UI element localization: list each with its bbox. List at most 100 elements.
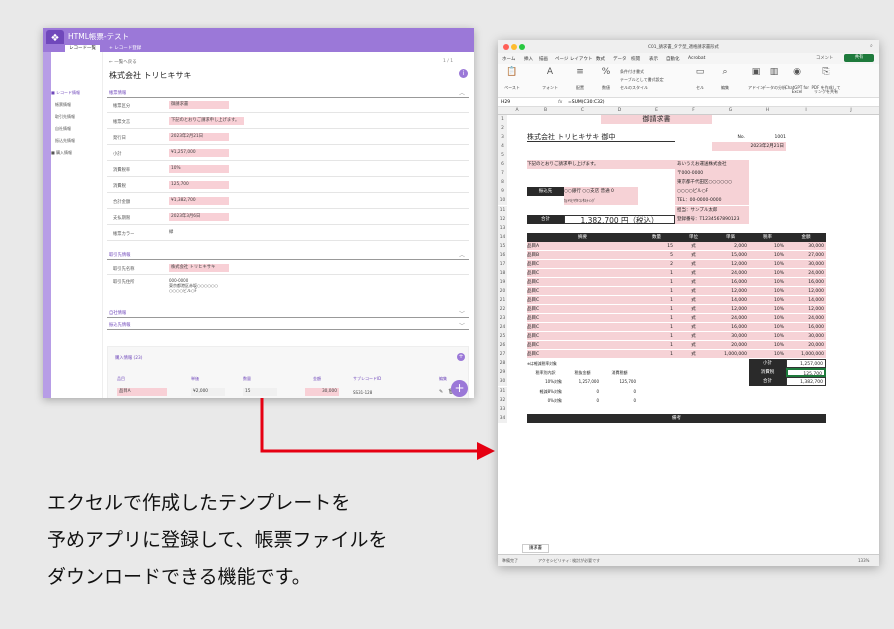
column-header[interactable]: I [786, 108, 826, 113]
line-price: 12,000 [712, 259, 749, 269]
info-icon[interactable]: i [459, 69, 468, 78]
row-header[interactable]: 15 [498, 241, 507, 251]
formula-input[interactable]: =SUM(C30:C32) [568, 100, 605, 105]
search-icon[interactable]: ⌕ [870, 43, 873, 49]
row-header[interactable]: 25 [498, 332, 507, 342]
row-header[interactable]: 34 [498, 413, 507, 423]
analyze-icon[interactable]: ▥ [762, 67, 786, 77]
row-header[interactable]: 26 [498, 341, 507, 351]
row-header[interactable]: 11 [498, 205, 507, 215]
row-header[interactable]: 4 [498, 142, 507, 152]
row-header[interactable]: 30 [498, 377, 507, 387]
row-header[interactable]: 20 [498, 286, 507, 296]
menu-item-6[interactable]: 校閲 [631, 56, 640, 62]
add-row-icon[interactable]: + [457, 353, 465, 361]
column-header[interactable]: J [826, 108, 876, 113]
font-icon[interactable]: A [538, 67, 562, 77]
row-header[interactable]: 16 [498, 250, 507, 260]
close-icon[interactable] [503, 44, 509, 50]
cell-reference[interactable]: H29 [501, 100, 510, 105]
column-header[interactable]: A [507, 108, 527, 113]
zoom-level[interactable]: 133% [858, 558, 869, 563]
row-header[interactable]: 18 [498, 268, 507, 278]
column-header[interactable]: G [712, 108, 749, 113]
sidebar-item-client[interactable]: 取引先情報 [55, 114, 75, 120]
ribbon-button-6[interactable]: セルのスタイル [620, 85, 648, 91]
row-header[interactable]: 28 [498, 359, 507, 369]
sheet-tab[interactable]: 請求書 [522, 544, 549, 553]
cells-icon[interactable]: ▭ [688, 67, 712, 77]
sidebar-item-record[interactable]: ■ レコード情報 [51, 90, 80, 96]
function-icon[interactable]: fx [558, 100, 562, 105]
table-header: 数量 [638, 232, 675, 242]
row-header[interactable]: 10 [498, 196, 507, 206]
menu-item-1[interactable]: 挿入 [524, 56, 533, 62]
number-icon[interactable]: % [594, 67, 618, 77]
row-header[interactable]: 31 [498, 386, 507, 396]
row-header[interactable]: 19 [498, 277, 507, 287]
ribbon-button-4[interactable]: 条件付き書式 [620, 69, 644, 75]
back-link[interactable]: ← 一覧へ戻る [109, 59, 137, 65]
comment-button[interactable]: コメント [816, 55, 833, 61]
issuer-line: 〒000-0000 [675, 169, 749, 179]
accessibility-status[interactable]: アクセシビリティ: 検討が必要です [538, 558, 600, 564]
menu-item-8[interactable]: 自動化 [666, 56, 680, 62]
row-header[interactable]: 13 [498, 223, 507, 233]
row-header[interactable]: 7 [498, 169, 507, 179]
row-header[interactable]: 24 [498, 323, 507, 333]
row-header[interactable]: 32 [498, 395, 507, 405]
tab-record-add[interactable]: + レコード登録 [105, 45, 145, 52]
menu-item-2[interactable]: 描画 [539, 56, 548, 62]
row-header[interactable]: 23 [498, 314, 507, 324]
collapse-icon[interactable]: ︿ [459, 250, 465, 259]
sheet-grid[interactable]: 1 2 3 4 5 6 7 8 9 10 11 12 13 14 15 16 17 18 19 20 21 22 23 24 2… [498, 115, 879, 554]
row-header[interactable]: 21 [498, 296, 507, 306]
line-item: 品目C [527, 332, 638, 342]
row-header[interactable]: 12 [498, 214, 507, 224]
row-header[interactable]: 9 [498, 187, 507, 197]
menu-item-9[interactable]: Acrobat [688, 56, 705, 61]
column-header[interactable]: F [675, 108, 712, 113]
row-header[interactable]: 22 [498, 305, 507, 315]
collapse-icon[interactable]: ︿ [459, 88, 465, 97]
fab-add-button[interactable]: + [451, 380, 468, 397]
sidebar-item-bank[interactable]: 振込先情報 [55, 138, 75, 144]
editing-icon[interactable]: ⌕ [713, 67, 737, 77]
column-header[interactable]: H [749, 108, 786, 113]
zoom-icon[interactable] [519, 44, 525, 50]
minimize-icon[interactable] [511, 44, 517, 50]
sidebar-item-doc[interactable]: 帳票情報 [55, 102, 71, 108]
row-header[interactable]: 2 [498, 124, 507, 134]
row-header[interactable]: 5 [498, 151, 507, 161]
tab-record-list[interactable]: レコード一覧 [65, 45, 100, 52]
column-header[interactable]: B [527, 108, 564, 113]
sidebar-item-company[interactable]: 自社情報 [55, 126, 71, 132]
row-header[interactable]: 8 [498, 178, 507, 188]
clipboard-icon[interactable]: 📋 [500, 67, 524, 77]
column-header[interactable]: C [564, 108, 601, 113]
column-header[interactable]: E [638, 108, 675, 113]
share-button[interactable]: 共有 [844, 54, 874, 62]
sidebar-item-purchase[interactable]: ■ 購入情報 [51, 150, 72, 156]
row-header[interactable]: 29 [498, 368, 507, 378]
ribbon-button-5[interactable]: テーブルとして書式設定 [620, 77, 664, 83]
menu-item-4[interactable]: 数式 [596, 56, 605, 62]
line-item: 品目C [527, 323, 638, 333]
alignment-icon[interactable]: ≡ [568, 67, 592, 77]
row-header[interactable]: 14 [498, 232, 507, 242]
row-header[interactable]: 17 [498, 259, 507, 269]
chatgpt-icon[interactable]: ◉ [785, 67, 809, 77]
menu-item-3[interactable]: ページ レイアウト [555, 56, 592, 62]
row-header[interactable]: 1 [498, 115, 507, 125]
menu-item-5[interactable]: データ [613, 56, 627, 62]
menu-item-7[interactable]: 表示 [649, 56, 658, 62]
menu-item-0[interactable]: ホーム [502, 56, 515, 62]
pdf-icon[interactable]: ⎘ [814, 67, 838, 77]
row-header[interactable]: 33 [498, 404, 507, 414]
row-header[interactable]: 6 [498, 160, 507, 170]
row-header[interactable]: 27 [498, 350, 507, 360]
bank-line: ○○銀行 ○○支店 普通 0 [564, 187, 638, 197]
column-header[interactable]: D [601, 108, 638, 113]
row-header[interactable]: 3 [498, 133, 507, 143]
edit-icon[interactable]: ✎ [439, 389, 443, 395]
